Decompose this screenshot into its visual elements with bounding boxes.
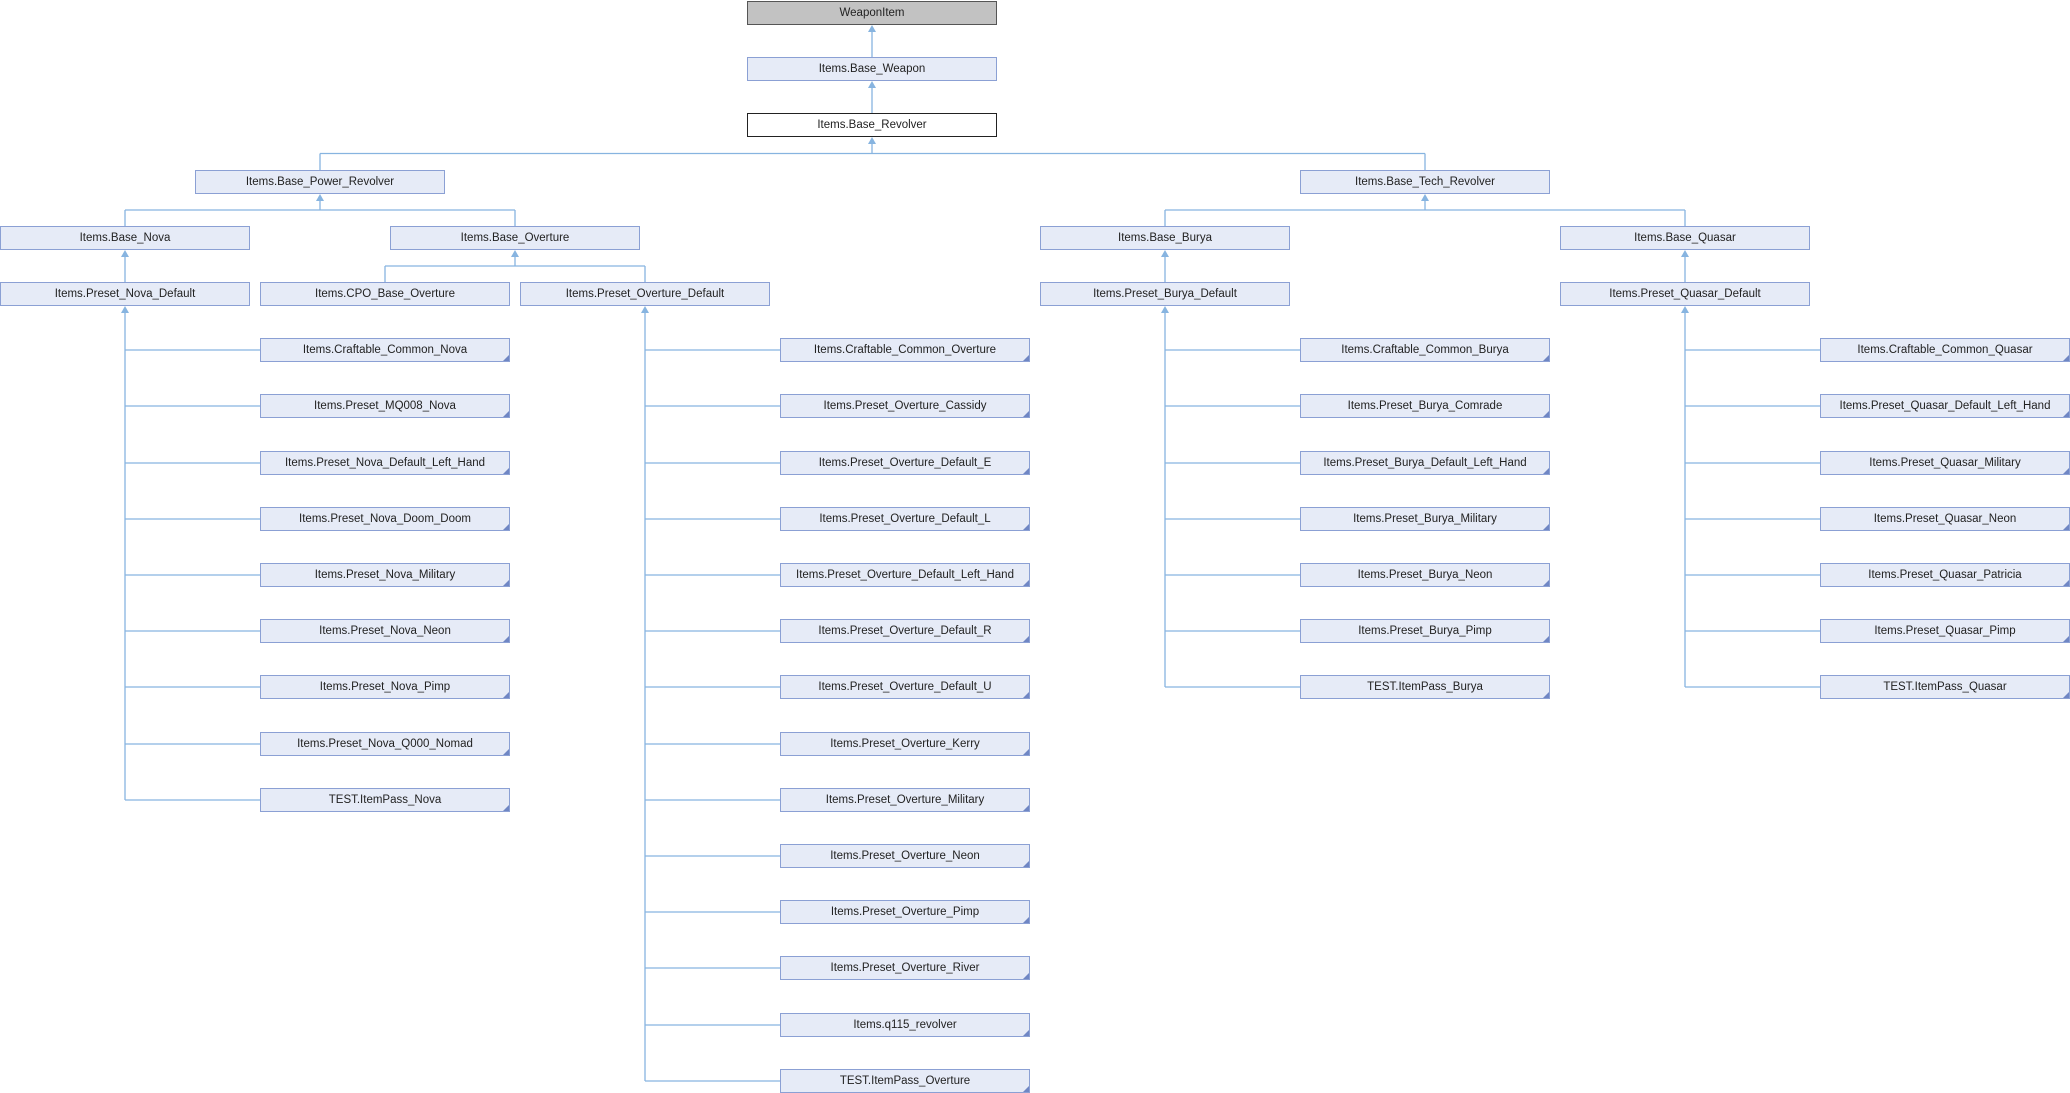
- class-node-o13[interactable]: Items.q115_revolver: [780, 1013, 1030, 1037]
- class-node-preset-quasar-default[interactable]: Items.Preset_Quasar_Default: [1560, 282, 1810, 306]
- class-node-base-nova[interactable]: Items.Base_Nova: [0, 226, 250, 250]
- class-node-b4[interactable]: Items.Preset_Burya_Military: [1300, 507, 1550, 531]
- class-node-o6[interactable]: Items.Preset_Overture_Default_R: [780, 619, 1030, 643]
- class-node-o3[interactable]: Items.Preset_Overture_Default_E: [780, 451, 1030, 475]
- class-node-n1[interactable]: Items.Craftable_Common_Nova: [260, 338, 510, 362]
- class-node-base-overture[interactable]: Items.Base_Overture: [390, 226, 640, 250]
- class-node-o9[interactable]: Items.Preset_Overture_Military: [780, 788, 1030, 812]
- class-node-o2[interactable]: Items.Preset_Overture_Cassidy: [780, 394, 1030, 418]
- class-node-o12[interactable]: Items.Preset_Overture_River: [780, 956, 1030, 980]
- class-node-b6[interactable]: Items.Preset_Burya_Pimp: [1300, 619, 1550, 643]
- class-node-o4[interactable]: Items.Preset_Overture_Default_L: [780, 507, 1030, 531]
- class-node-base-tech-revolver[interactable]: Items.Base_Tech_Revolver: [1300, 170, 1550, 194]
- class-node-base-weapon[interactable]: Items.Base_Weapon: [747, 57, 997, 81]
- class-node-q2[interactable]: Items.Preset_Quasar_Default_Left_Hand: [1820, 394, 2070, 418]
- class-hierarchy-graph: WeaponItem Items.Base_Weapon Items.Base_Re…: [0, 0, 2070, 1093]
- class-node-n5[interactable]: Items.Preset_Nova_Military: [260, 563, 510, 587]
- class-node-n2[interactable]: Items.Preset_MQ008_Nova: [260, 394, 510, 418]
- class-node-o8[interactable]: Items.Preset_Overture_Kerry: [780, 732, 1030, 756]
- class-node-b7[interactable]: TEST.ItemPass_Burya: [1300, 675, 1550, 699]
- class-node-q7[interactable]: TEST.ItemPass_Quasar: [1820, 675, 2070, 699]
- class-node-cpo-base-overture[interactable]: Items.CPO_Base_Overture: [260, 282, 510, 306]
- class-node-preset-burya-default[interactable]: Items.Preset_Burya_Default: [1040, 282, 1290, 306]
- class-node-base-quasar[interactable]: Items.Base_Quasar: [1560, 226, 1810, 250]
- class-node-q4[interactable]: Items.Preset_Quasar_Neon: [1820, 507, 2070, 531]
- class-node-n4[interactable]: Items.Preset_Nova_Doom_Doom: [260, 507, 510, 531]
- class-node-preset-nova-default[interactable]: Items.Preset_Nova_Default: [0, 282, 250, 306]
- class-node-n7[interactable]: Items.Preset_Nova_Pimp: [260, 675, 510, 699]
- class-node-base-burya[interactable]: Items.Base_Burya: [1040, 226, 1290, 250]
- class-node-b2[interactable]: Items.Preset_Burya_Comrade: [1300, 394, 1550, 418]
- class-node-n3[interactable]: Items.Preset_Nova_Default_Left_Hand: [260, 451, 510, 475]
- class-node-q6[interactable]: Items.Preset_Quasar_Pimp: [1820, 619, 2070, 643]
- class-node-o11[interactable]: Items.Preset_Overture_Pimp: [780, 900, 1030, 924]
- class-node-base-power-revolver[interactable]: Items.Base_Power_Revolver: [195, 170, 445, 194]
- class-node-o14[interactable]: TEST.ItemPass_Overture: [780, 1069, 1030, 1093]
- class-node-b1[interactable]: Items.Craftable_Common_Burya: [1300, 338, 1550, 362]
- class-node-o7[interactable]: Items.Preset_Overture_Default_U: [780, 675, 1030, 699]
- class-node-b3[interactable]: Items.Preset_Burya_Default_Left_Hand: [1300, 451, 1550, 475]
- class-node-q1[interactable]: Items.Craftable_Common_Quasar: [1820, 338, 2070, 362]
- class-node-q3[interactable]: Items.Preset_Quasar_Military: [1820, 451, 2070, 475]
- class-node-base-revolver[interactable]: Items.Base_Revolver: [747, 113, 997, 137]
- class-node-n8[interactable]: Items.Preset_Nova_Q000_Nomad: [260, 732, 510, 756]
- class-node-o1[interactable]: Items.Craftable_Common_Overture: [780, 338, 1030, 362]
- class-node-n9[interactable]: TEST.ItemPass_Nova: [260, 788, 510, 812]
- class-node-preset-overture-default[interactable]: Items.Preset_Overture_Default: [520, 282, 770, 306]
- class-node-b5[interactable]: Items.Preset_Burya_Neon: [1300, 563, 1550, 587]
- class-node-n6[interactable]: Items.Preset_Nova_Neon: [260, 619, 510, 643]
- class-node-q5[interactable]: Items.Preset_Quasar_Patricia: [1820, 563, 2070, 587]
- class-node-o10[interactable]: Items.Preset_Overture_Neon: [780, 844, 1030, 868]
- class-node-weaponitem[interactable]: WeaponItem: [747, 1, 997, 25]
- class-node-o5[interactable]: Items.Preset_Overture_Default_Left_Hand: [780, 563, 1030, 587]
